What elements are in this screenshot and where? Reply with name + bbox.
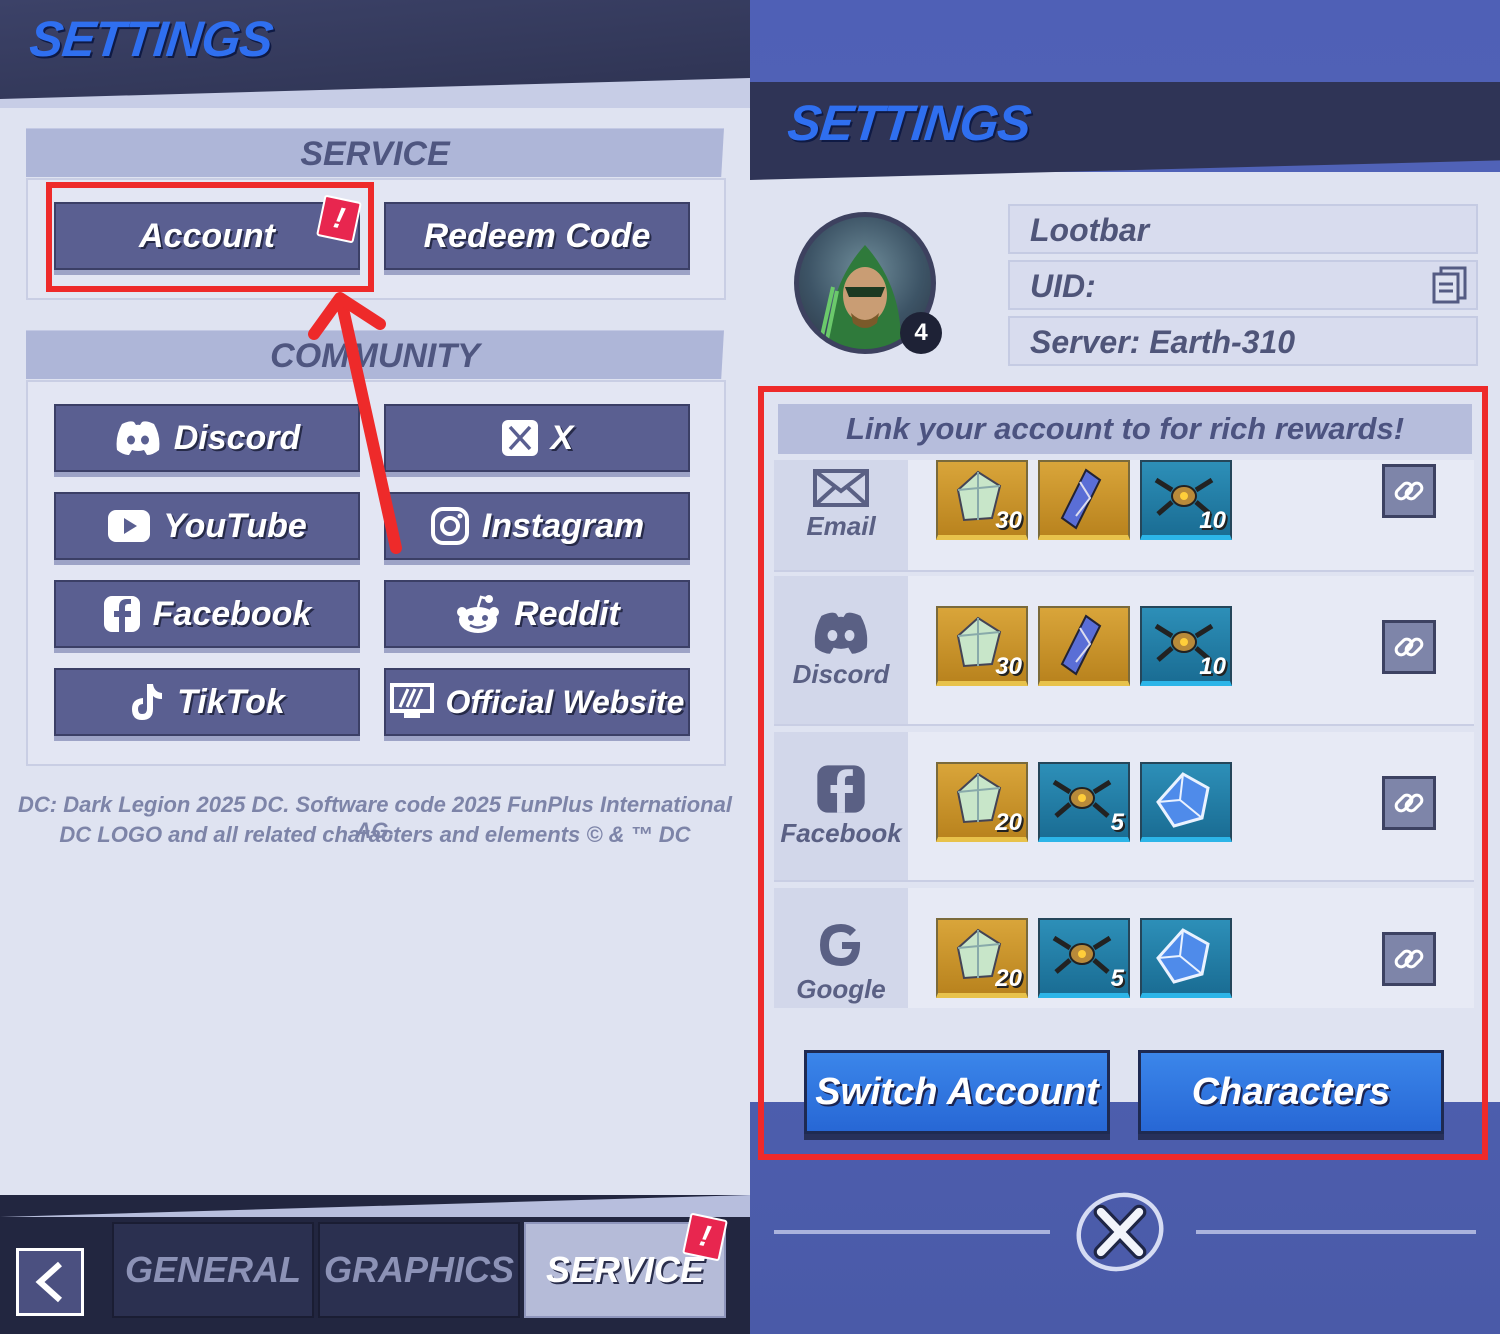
service-section-heading: SERVICE bbox=[26, 128, 724, 177]
reddit-icon bbox=[454, 594, 502, 634]
instagram-icon bbox=[430, 506, 470, 546]
reddit-label: Reddit bbox=[514, 594, 620, 633]
x-icon bbox=[501, 419, 539, 457]
facebook-button[interactable]: Facebook bbox=[54, 580, 360, 648]
youtube-icon bbox=[107, 509, 151, 543]
settings-panel-right: SETTINGS 4 Lootbar UID: Server: Earth-31… bbox=[750, 0, 1500, 1334]
server-field: Server: Earth-310 bbox=[1008, 316, 1478, 366]
close-button[interactable] bbox=[1070, 1186, 1170, 1278]
discord-label: Discord bbox=[173, 418, 301, 457]
facebook-icon bbox=[103, 595, 141, 633]
settings-panel-left: SETTINGS SERVICE Account ! Redeem Code C… bbox=[0, 0, 750, 1334]
copy-uid-button[interactable] bbox=[1432, 266, 1468, 304]
uid-field: UID: bbox=[1008, 260, 1478, 310]
tiktok-button[interactable]: TikTok bbox=[54, 668, 360, 736]
x-button[interactable]: X bbox=[384, 404, 690, 472]
facebook-label: Facebook bbox=[152, 594, 312, 633]
back-button[interactable] bbox=[16, 1248, 84, 1316]
official-website-button[interactable]: Official Website bbox=[384, 668, 690, 736]
divider-left bbox=[774, 1230, 1050, 1234]
youtube-label: YouTube bbox=[163, 506, 307, 545]
tiktok-label: TikTok bbox=[177, 682, 285, 721]
divider-right bbox=[1196, 1230, 1476, 1234]
instagram-button[interactable]: Instagram bbox=[384, 492, 690, 560]
x-label: X bbox=[550, 418, 574, 457]
tiktok-icon bbox=[129, 682, 165, 722]
redeem-code-label: Redeem Code bbox=[423, 216, 651, 255]
copyright-line-2: DC LOGO and all related characters and e… bbox=[59, 822, 691, 847]
reddit-button[interactable]: Reddit bbox=[384, 580, 690, 648]
level-badge: 4 bbox=[900, 312, 942, 354]
uid-label: UID: bbox=[1030, 268, 1096, 304]
official-website-label: Official Website bbox=[445, 683, 685, 720]
highlight-account bbox=[46, 182, 374, 292]
instagram-label: Instagram bbox=[481, 506, 645, 545]
tab-general[interactable]: GENERAL bbox=[112, 1222, 314, 1318]
page-title: SETTINGS bbox=[27, 11, 275, 67]
copy-icon bbox=[1432, 266, 1467, 304]
highlight-link-rewards bbox=[758, 386, 1488, 1160]
close-icon bbox=[1076, 1192, 1164, 1272]
page-title: SETTINGS bbox=[785, 95, 1033, 151]
annotation-arrow bbox=[308, 292, 402, 554]
website-icon bbox=[389, 683, 434, 721]
redeem-code-button[interactable]: Redeem Code bbox=[384, 202, 690, 270]
tab-graphics[interactable]: GRAPHICS bbox=[318, 1222, 520, 1318]
player-name: Lootbar bbox=[1008, 204, 1478, 254]
discord-icon bbox=[114, 420, 162, 456]
chevron-left-icon bbox=[35, 1261, 63, 1303]
